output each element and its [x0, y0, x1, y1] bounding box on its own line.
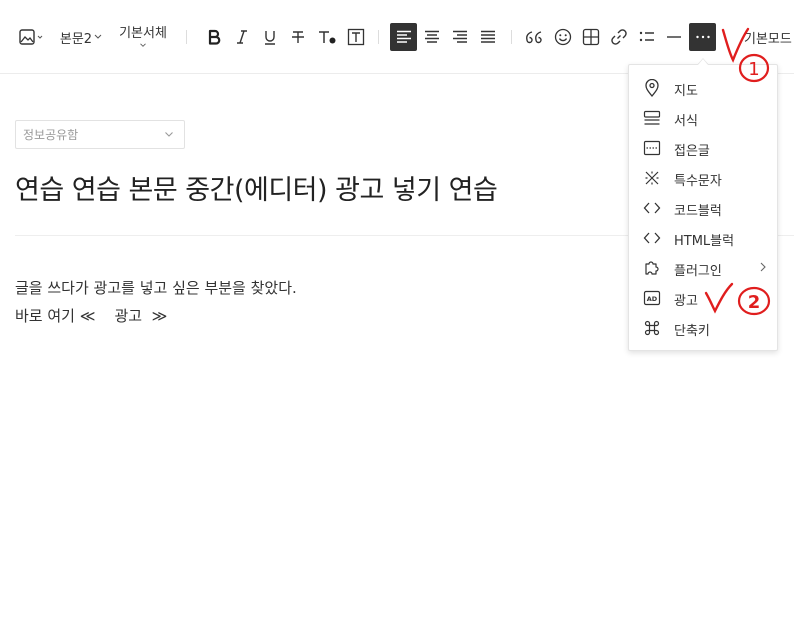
strikethrough-icon — [292, 31, 304, 43]
paragraph-style-value: 본문2 — [59, 31, 93, 47]
menu-item-special-char[interactable]: 특수문자 — [629, 163, 777, 193]
plugin-icon — [643, 259, 661, 277]
align-center-icon — [425, 30, 439, 43]
map-pin-icon — [643, 79, 661, 97]
image-insert-button[interactable] — [16, 24, 46, 50]
underline-icon — [265, 31, 275, 45]
underline-button[interactable] — [259, 24, 281, 50]
chevron-down-icon — [165, 132, 173, 137]
command-icon — [643, 319, 661, 337]
chevron-down-icon — [140, 43, 146, 47]
italic-icon — [237, 30, 247, 44]
menu-item-label: 특수문자 — [674, 174, 722, 189]
body-line[interactable]: 글을 쓰다가 광고를 넣고 싶은 부분을 찾았다. — [15, 277, 297, 298]
bullet-list-icon — [639, 31, 654, 42]
menu-item-label: HTML블럭 — [674, 234, 735, 249]
link-button[interactable] — [607, 24, 631, 50]
italic-button[interactable] — [231, 24, 253, 50]
text-background-button[interactable] — [344, 24, 368, 50]
chevron-right-icon — [760, 262, 766, 272]
bold-icon — [208, 29, 221, 45]
svg-text:AD: AD — [647, 295, 658, 303]
horizontal-line-icon — [667, 36, 681, 38]
toolbar-divider — [511, 30, 512, 44]
menu-item-label: 단축키 — [674, 324, 710, 339]
toolbar-divider — [378, 30, 379, 44]
menu-item-map[interactable]: 지도 — [629, 73, 777, 103]
quote-button[interactable] — [522, 24, 546, 50]
align-left-button[interactable] — [390, 23, 417, 51]
text-color-icon — [319, 31, 336, 44]
menu-item-label: 코드블럭 — [674, 204, 722, 219]
menu-item-code-block[interactable]: 코드블럭 — [629, 193, 777, 223]
align-justify-button[interactable] — [476, 24, 500, 50]
table-button[interactable] — [579, 24, 603, 50]
menu-pointer-fill — [698, 59, 708, 65]
table-icon — [582, 28, 600, 46]
menu-item-label: 지도 — [674, 84, 698, 99]
special-char-icon — [643, 169, 661, 187]
menu-item-label: 접은글 — [674, 144, 710, 159]
chevron-down-icon — [94, 34, 102, 39]
list-button[interactable] — [635, 24, 659, 50]
align-right-button[interactable] — [448, 24, 472, 50]
bold-button[interactable] — [203, 24, 225, 50]
align-justify-icon — [481, 30, 495, 43]
emoticon-button[interactable] — [551, 24, 575, 50]
more-menu: 지도 서식 접은글 특수문자 코드블럭 HTML블럭 플러그인 AD 광고 단축… — [628, 64, 778, 351]
more-button[interactable] — [689, 23, 716, 51]
category-select[interactable]: 정보공유함 — [15, 120, 185, 149]
menu-item-plugin[interactable]: 플러그인 — [629, 253, 777, 283]
link-icon — [611, 29, 627, 45]
menu-item-html-block[interactable]: HTML블럭 — [629, 223, 777, 253]
text-color-button[interactable] — [315, 24, 339, 50]
template-icon — [643, 109, 661, 127]
more-dots-icon — [695, 35, 710, 39]
ad-icon: AD — [643, 289, 661, 307]
strikethrough-button[interactable] — [287, 24, 309, 50]
fold-icon — [643, 139, 661, 157]
editor-toolbar: 본문2 기본서체 기본모드 — [0, 0, 794, 74]
editor-mode-label: 기본모드 — [744, 31, 792, 47]
menu-item-label: 광고 — [674, 294, 698, 309]
font-family-select[interactable]: 기본서체 — [114, 22, 172, 48]
smile-icon — [554, 28, 572, 46]
quote-icon — [526, 31, 542, 44]
html-icon — [643, 229, 661, 247]
toolbar-divider — [186, 30, 187, 44]
menu-item-label: 플러그인 — [674, 264, 722, 279]
text-background-icon — [347, 28, 365, 46]
horizontal-line-button[interactable] — [663, 24, 685, 50]
menu-item-fold[interactable]: 접은글 — [629, 133, 777, 163]
code-icon — [643, 199, 661, 217]
menu-item-label: 서식 — [674, 114, 698, 129]
image-icon — [19, 29, 43, 45]
align-left-icon — [396, 30, 411, 43]
post-title[interactable]: 연습 연습 본문 중간(에디터) 광고 넣기 연습 — [15, 168, 498, 207]
menu-item-template[interactable]: 서식 — [629, 103, 777, 133]
body-line[interactable]: 바로 여기 ≪ 광고 ≫ — [15, 305, 167, 326]
align-center-button[interactable] — [420, 24, 444, 50]
paragraph-style-select[interactable]: 본문2 — [58, 24, 104, 50]
font-family-value: 기본서체 — [119, 26, 167, 41]
menu-item-shortcut[interactable]: 단축키 — [629, 313, 777, 343]
menu-item-ad[interactable]: AD 광고 — [629, 283, 777, 313]
editor-mode-button[interactable]: 기본모드 — [744, 24, 794, 50]
category-value: 정보공유함 — [23, 128, 79, 142]
align-right-icon — [453, 30, 467, 43]
